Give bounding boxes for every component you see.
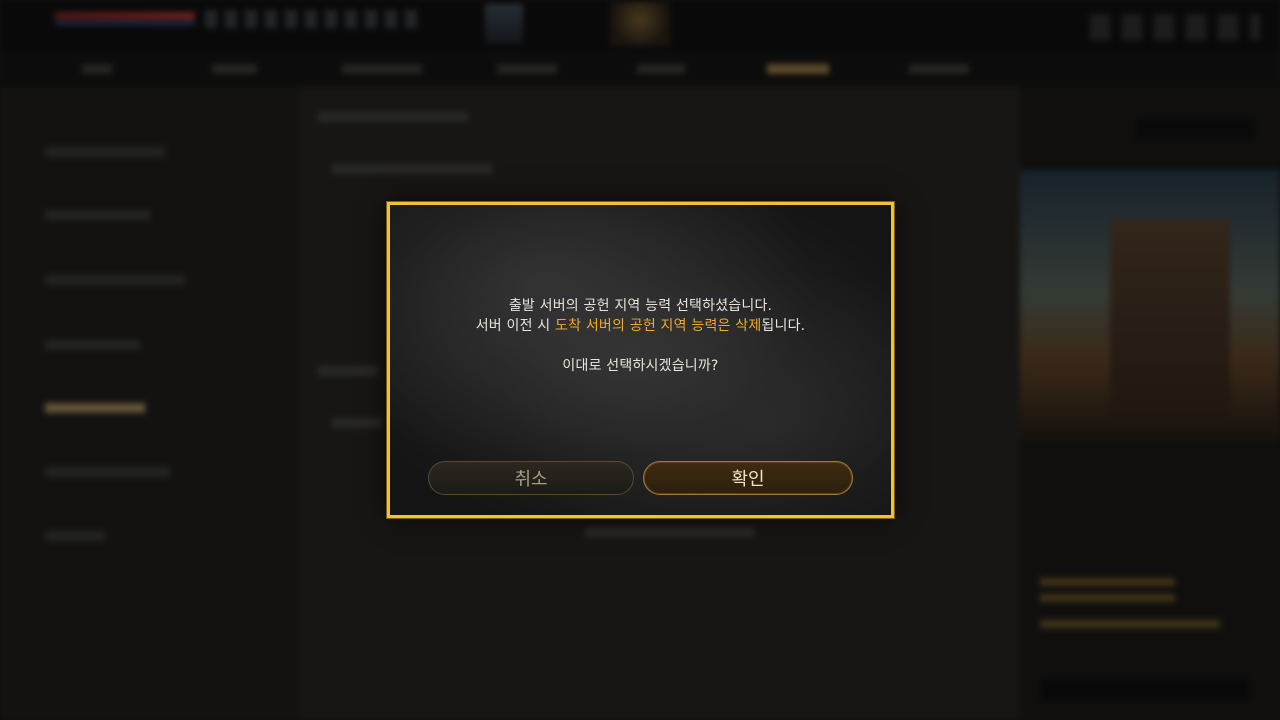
- confirm-dialog: 출발 서버의 공헌 지역 능력 선택하셨습니다. 서버 이전 시 도착 서버의 …: [387, 202, 894, 518]
- confirm-button-label: 확인: [731, 469, 765, 490]
- dialog-message-suffix: 됩니다.: [761, 318, 806, 334]
- dialog-message-line-2: 서버 이전 시 도착 서버의 공헌 지역 능력은 삭제됩니다.: [390, 316, 891, 336]
- cancel-button[interactable]: 취소: [428, 461, 634, 495]
- dialog-message-prefix: 서버 이전 시: [475, 318, 556, 334]
- confirm-button[interactable]: 확인: [643, 461, 853, 495]
- dialog-message-line-1: 출발 서버의 공헌 지역 능력 선택하셨습니다.: [508, 298, 773, 314]
- dialog-warning-highlight: 도착 서버의 공헌 지역 능력은 삭제: [555, 318, 762, 334]
- game-screen: 출발 서버의 공헌 지역 능력 선택하셨습니다. 서버 이전 시 도착 서버의 …: [0, 0, 1280, 720]
- dialog-question: 이대로 선택하시겠습니까?: [562, 358, 719, 374]
- cancel-button-label: 취소: [514, 469, 548, 490]
